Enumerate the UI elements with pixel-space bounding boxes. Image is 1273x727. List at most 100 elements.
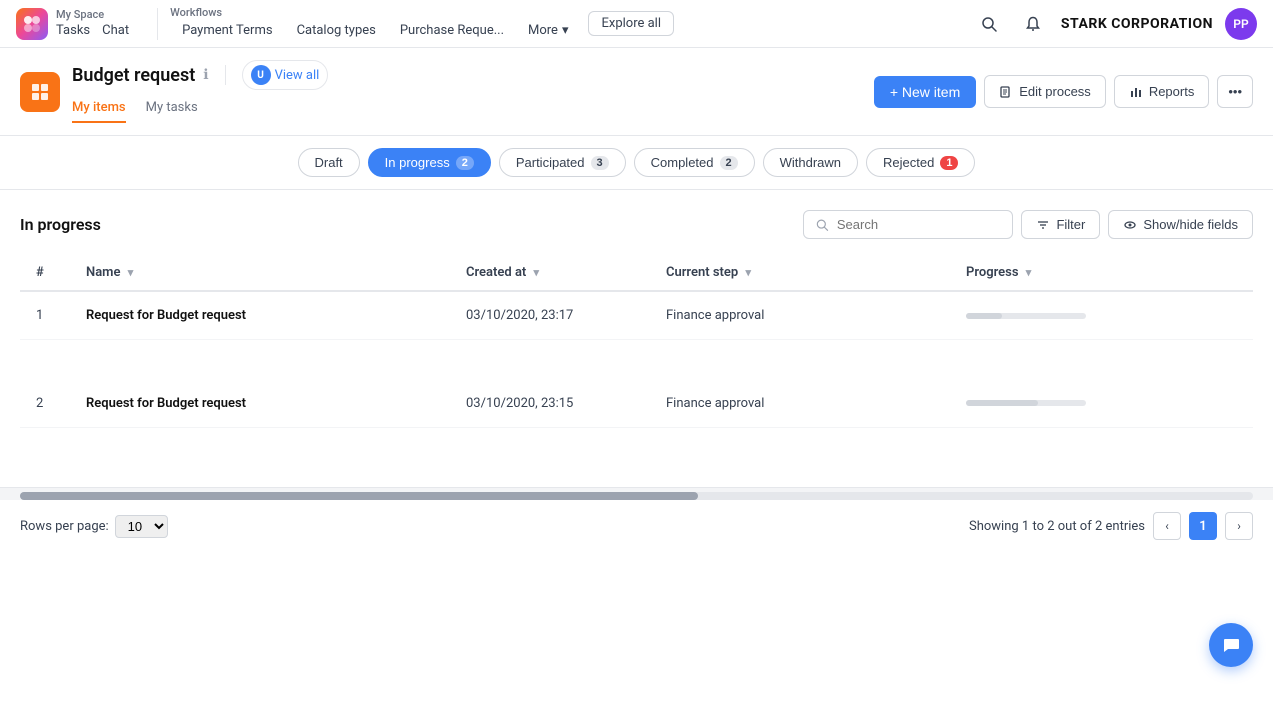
tasks-link[interactable]: Tasks [56,21,90,40]
page-header-inner: Budget request ℹ U View all My items My … [72,60,328,123]
workflows-label: Workflows [170,6,580,19]
tab-in-progress[interactable]: In progress 2 [368,148,491,177]
progress-fill-0 [966,313,1002,319]
in-progress-badge: 2 [456,156,474,170]
tab-participated[interactable]: Participated 3 [499,148,626,177]
step-sort-icon: ▾ [745,266,751,279]
rows-per-page-select[interactable]: 10 25 50 [115,515,168,538]
app-logo [16,8,48,40]
spacer-row [20,340,1253,380]
col-step-header[interactable]: Current step ▾ [650,255,950,291]
purchase-request-link[interactable]: Purchase Reque... [388,19,516,42]
page-1-button[interactable]: 1 [1189,512,1217,540]
cell-created-0: 03/10/2020, 23:17 [450,291,650,340]
my-space-links: Tasks Chat [56,21,129,40]
page-title: Budget request [72,65,195,86]
col-progress-header[interactable]: Progress ▾ [950,255,1253,291]
filter-button[interactable]: Filter [1021,210,1100,239]
view-all-u-badge: U [251,65,271,85]
notifications-icon-button[interactable] [1017,8,1049,40]
workflows-links: Payment Terms Catalog types Purchase Req… [170,19,580,42]
name-sort-icon: ▾ [128,266,134,279]
view-all-button[interactable]: U View all [242,60,329,90]
table-footer: Rows per page: 10 25 50 Showing 1 to 2 o… [0,487,1273,552]
more-options-button[interactable]: ••• [1217,75,1253,108]
title-divider [225,65,226,85]
chat-icon [1221,635,1241,655]
cell-name-1: Request for Budget request [70,380,450,428]
user-avatar[interactable]: PP [1225,8,1257,40]
chat-link[interactable]: Chat [102,21,129,40]
progress-fill-1 [966,400,1038,406]
my-space-label: My Space [56,8,129,21]
table-row: 2 Request for Budget request 03/10/2020,… [20,380,1253,428]
edit-process-button[interactable]: Edit process [984,75,1106,108]
created-sort-icon: ▾ [534,266,540,279]
content-header: In progress Filter [20,210,1253,239]
explore-all-button[interactable]: Explore all [588,11,674,36]
edit-icon [999,85,1013,99]
prev-page-button[interactable]: ‹ [1153,512,1181,540]
progress-bar-0 [966,313,1086,319]
content-controls: Filter Show/hide fields [803,210,1253,239]
cell-number-0: 1 [20,291,70,340]
tab-my-tasks[interactable]: My tasks [146,94,198,123]
completed-badge: 2 [720,156,738,170]
info-icon[interactable]: ℹ [203,67,208,83]
filter-icon [1036,218,1050,232]
logo-icon [16,8,48,40]
tab-completed[interactable]: Completed 2 [634,148,755,177]
more-button[interactable]: More ▾ [516,19,580,42]
catalog-types-link[interactable]: Catalog types [285,19,388,42]
page-nav-tabs: My items My tasks [72,94,328,123]
tab-draft[interactable]: Draft [298,148,360,177]
search-box [803,210,1013,239]
tab-withdrawn[interactable]: Withdrawn [763,148,858,177]
reports-icon [1129,85,1143,99]
col-created-header[interactable]: Created at ▾ [450,255,650,291]
data-table: # Name ▾ Created at ▾ Current step ▾ Pro… [20,255,1253,467]
nav-right: STARK CORPORATION PP [973,8,1257,40]
cell-progress-1 [950,380,1253,428]
cell-name-0: Request for Budget request [70,291,450,340]
search-input[interactable] [837,217,1001,232]
top-nav: My Space Tasks Chat Workflows Payment Te… [0,0,1273,48]
search-icon-button[interactable] [973,8,1005,40]
my-space-section: My Space Tasks Chat [56,8,129,40]
spacer-row [20,427,1253,467]
filter-tabs-bar: Draft In progress 2 Participated 3 Compl… [0,136,1273,190]
scrollbar-thumb [20,492,698,500]
pagination-row: Rows per page: 10 25 50 Showing 1 to 2 o… [0,500,1273,552]
eye-icon [1123,218,1137,232]
chevron-down-icon: ▾ [562,23,569,38]
col-hash-header: # [20,255,70,291]
company-name: STARK CORPORATION [1061,16,1213,32]
table-row: 1 Request for Budget request 03/10/2020,… [20,291,1253,340]
cell-created-1: 03/10/2020, 23:15 [450,380,650,428]
rows-per-page: Rows per page: 10 25 50 [20,515,168,538]
participated-badge: 3 [591,156,609,170]
new-item-button[interactable]: + New item [874,76,976,108]
progress-bar-1 [966,400,1086,406]
table-header-row: # Name ▾ Created at ▾ Current step ▾ Pro… [20,255,1253,291]
scrollbar-area[interactable] [0,488,1273,500]
cell-number-1: 2 [20,380,70,428]
page-header: Budget request ℹ U View all My items My … [0,48,1273,136]
col-name-header[interactable]: Name ▾ [70,255,450,291]
workflows-section: Workflows Payment Terms Catalog types Pu… [170,6,580,42]
cell-progress-0 [950,291,1253,340]
payment-terms-link[interactable]: Payment Terms [170,19,285,42]
main-content: In progress Filter [0,190,1273,487]
nav-divider [157,8,158,40]
reports-button[interactable]: Reports [1114,75,1210,108]
progress-sort-icon: ▾ [1026,266,1032,279]
chat-fab-button[interactable] [1209,623,1253,667]
title-row: Budget request ℹ U View all [72,60,328,90]
next-page-button[interactable]: › [1225,512,1253,540]
page-icon [20,72,60,112]
tab-my-items[interactable]: My items [72,94,126,123]
header-actions: + New item Edit process Reports ••• [874,75,1253,108]
show-hide-fields-button[interactable]: Show/hide fields [1108,210,1253,239]
tab-rejected[interactable]: Rejected 1 [866,148,975,177]
scrollbar-track [20,492,1253,500]
